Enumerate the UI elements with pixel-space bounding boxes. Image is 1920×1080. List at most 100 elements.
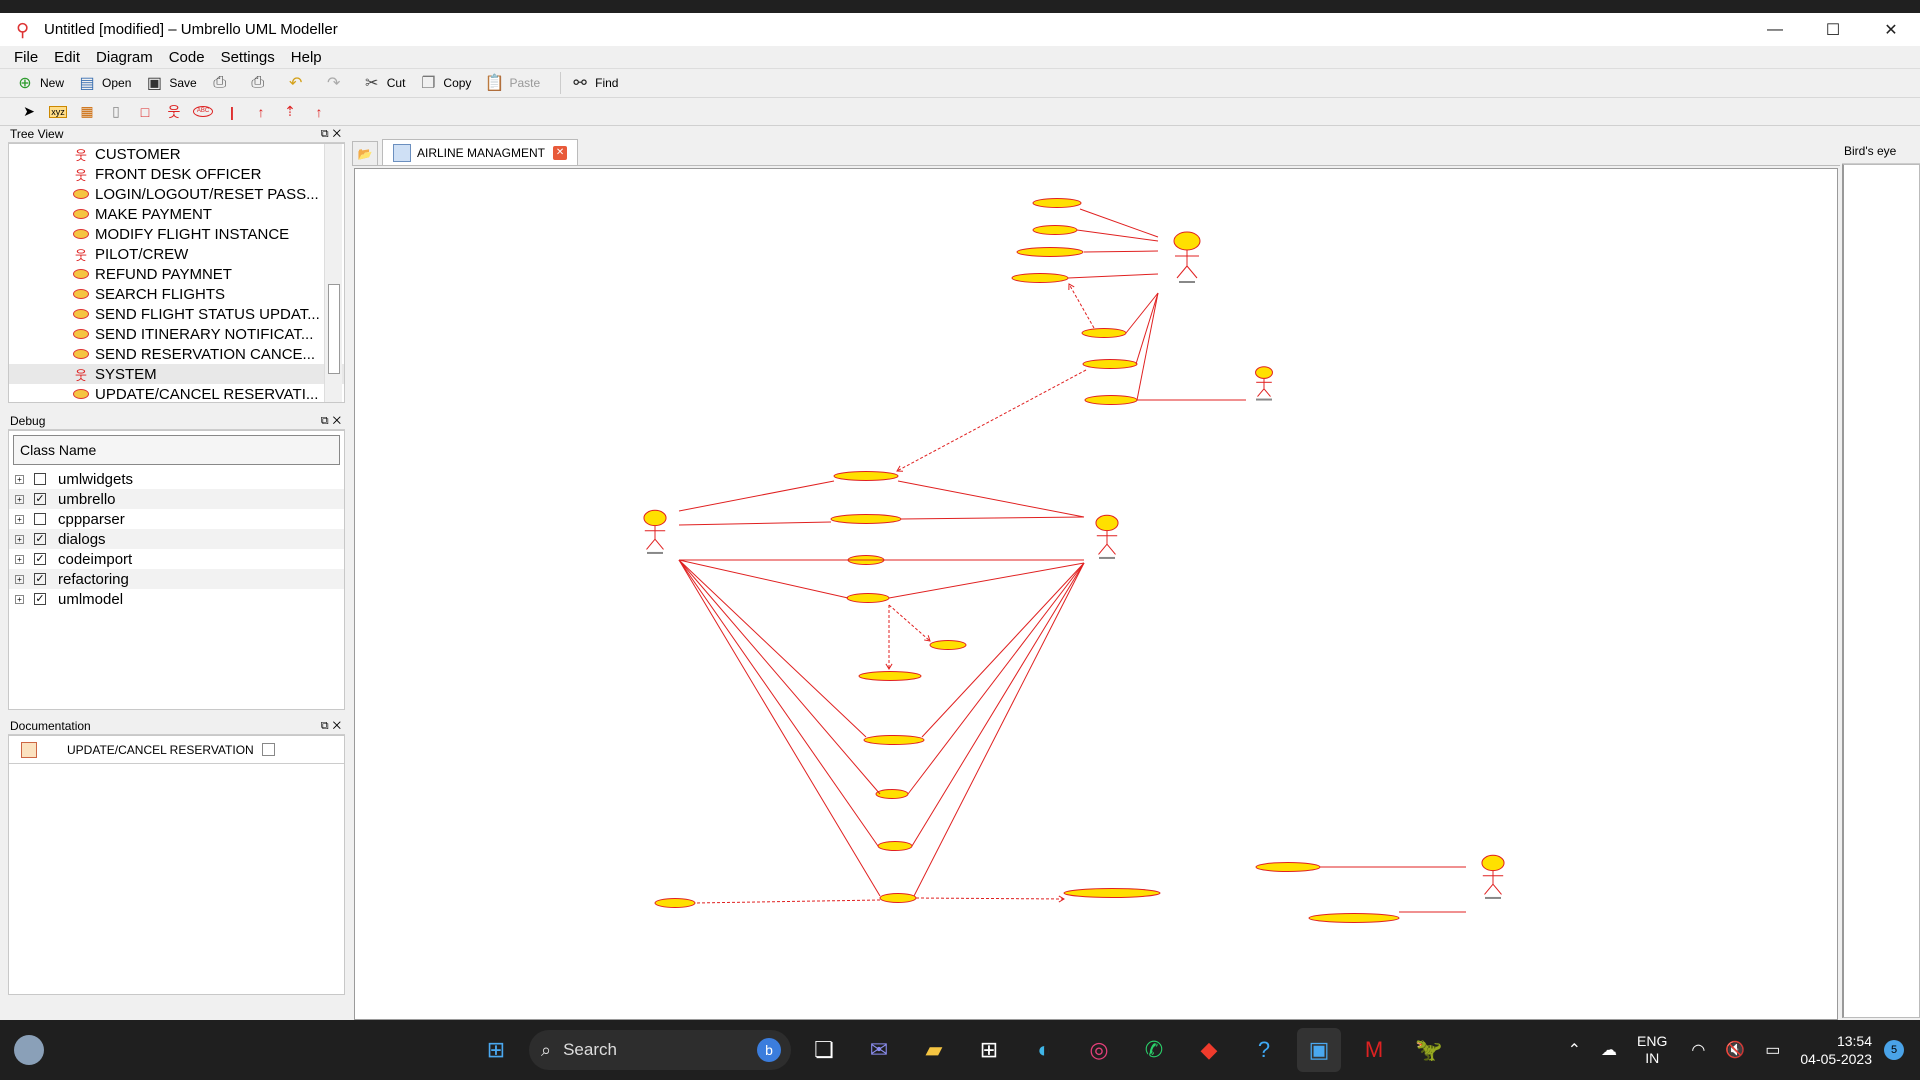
class-checkbox[interactable]: ✓: [34, 573, 46, 585]
tree-item[interactable]: SEND ITINERARY NOTIFICAT...: [9, 324, 344, 344]
menu-diagram[interactable]: Diagram: [96, 49, 153, 66]
whatsapp-button[interactable]: ✆: [1132, 1028, 1176, 1072]
expand-icon[interactable]: +: [15, 474, 24, 484]
select-tool[interactable]: ➤: [16, 100, 42, 124]
use-case[interactable]: [830, 514, 902, 524]
maximize-button[interactable]: ☐: [1804, 13, 1862, 46]
find-button[interactable]: ⚯ Find: [569, 72, 618, 94]
include-tool[interactable]: ↑: [306, 100, 332, 124]
debug-class-row[interactable]: + cppparser: [9, 509, 344, 529]
dependency-line[interactable]: [694, 899, 881, 904]
actor[interactable]: [1173, 231, 1201, 283]
association-line[interactable]: [678, 559, 881, 795]
use-case[interactable]: [654, 898, 696, 908]
association-line[interactable]: [1083, 250, 1159, 253]
association-line[interactable]: [678, 480, 835, 512]
use-case[interactable]: [879, 893, 917, 903]
tree-item[interactable]: SEND RESERVATION CANCE...: [9, 344, 344, 364]
debug-class-row[interactable]: + umlwidgets: [9, 469, 344, 489]
association-line[interactable]: [921, 562, 1085, 738]
expand-icon[interactable]: +: [15, 534, 24, 544]
expand-icon[interactable]: +: [15, 514, 24, 524]
association-line[interactable]: [678, 559, 849, 599]
actor[interactable]: [1095, 514, 1119, 559]
minimize-button[interactable]: —: [1746, 13, 1804, 46]
debug-class-row[interactable]: + ✓ umbrello: [9, 489, 344, 509]
use-case[interactable]: [1016, 247, 1084, 257]
tree-item[interactable]: SEARCH FLIGHTS: [9, 284, 344, 304]
association-line[interactable]: [678, 559, 881, 897]
clock[interactable]: 13:54 04-05-2023: [1800, 1032, 1872, 1068]
scrollbar-thumb[interactable]: [328, 284, 340, 374]
debug-class-row[interactable]: + ✓ dialogs: [9, 529, 344, 549]
dependency-line[interactable]: [888, 604, 931, 642]
debug-class-row[interactable]: + ✓ refactoring: [9, 569, 344, 589]
umbrello-taskbar-button[interactable]: ▣: [1297, 1028, 1341, 1072]
text-tool[interactable]: xyz: [45, 100, 71, 124]
close-tab-icon[interactable]: ✕: [553, 145, 568, 160]
tree-item[interactable]: REFUND PAYMNET: [9, 264, 344, 284]
use-case[interactable]: [877, 841, 913, 851]
store-button[interactable]: ⊞: [967, 1028, 1011, 1072]
use-case[interactable]: [1032, 225, 1078, 235]
tree-item[interactable]: MAKE PAYMENT: [9, 204, 344, 224]
class-checkbox[interactable]: ✓: [34, 493, 46, 505]
teams-chat-button[interactable]: ✉: [857, 1028, 901, 1072]
association-line[interactable]: [1125, 292, 1159, 334]
menu-help[interactable]: Help: [291, 49, 322, 66]
help-button[interactable]: ?: [1242, 1028, 1286, 1072]
note-tool[interactable]: ▯: [103, 100, 129, 124]
tree-item[interactable]: 웃 CUSTOMER: [9, 144, 344, 164]
birds-eye-view[interactable]: [1842, 164, 1920, 1018]
expand-icon[interactable]: +: [15, 574, 24, 584]
expand-icon[interactable]: +: [15, 494, 24, 504]
tree-item[interactable]: LOGIN/LOGOUT/RESET PASS...: [9, 184, 344, 204]
tab-airline-managment[interactable]: AIRLINE MANAGMENT ✕: [382, 139, 579, 165]
tree-item[interactable]: SEND FLIGHT STATUS UPDAT...: [9, 304, 344, 324]
battery-icon[interactable]: ▭: [1765, 1040, 1780, 1060]
save-button[interactable]: ▣ Save: [143, 72, 197, 94]
menu-file[interactable]: File: [14, 49, 38, 66]
expand-icon[interactable]: +: [15, 594, 24, 604]
tree-scrollbar[interactable]: [324, 144, 342, 402]
use-case[interactable]: [1255, 862, 1321, 872]
new-tab-button[interactable]: 📂: [352, 141, 378, 165]
undo-button[interactable]: ↶: [285, 72, 311, 94]
association-line[interactable]: [897, 480, 1085, 518]
association-line[interactable]: [913, 562, 1085, 897]
notification-badge[interactable]: 5: [1884, 1040, 1904, 1060]
association-line[interactable]: [1136, 292, 1159, 401]
task-view-button[interactable]: ❏: [802, 1028, 846, 1072]
association-line[interactable]: [1079, 208, 1159, 238]
association-line[interactable]: [678, 559, 867, 738]
panel-float-close-icons[interactable]: ⧉✕: [321, 415, 345, 428]
association-line[interactable]: [1076, 229, 1159, 242]
cut-button[interactable]: ✂ Cut: [361, 72, 405, 94]
use-case[interactable]: [1011, 273, 1069, 283]
use-case[interactable]: [1063, 888, 1161, 898]
use-case[interactable]: [929, 640, 967, 650]
association-line[interactable]: [888, 562, 1085, 599]
tree-item[interactable]: 웃 SYSTEM: [9, 364, 344, 384]
class-checkbox[interactable]: [34, 473, 46, 485]
use-case[interactable]: [1084, 395, 1138, 405]
close-button[interactable]: ✕: [1862, 13, 1920, 46]
debug-class-row[interactable]: + ✓ codeimport: [9, 549, 344, 569]
tree-item[interactable]: 웃 FRONT DESK OFFICER: [9, 164, 344, 184]
association-line[interactable]: [900, 516, 1085, 520]
class-checkbox[interactable]: ✓: [34, 533, 46, 545]
use-case[interactable]: [846, 593, 890, 603]
chevron-up-icon[interactable]: ⌃: [1568, 1040, 1581, 1060]
mcafee-button[interactable]: M: [1352, 1028, 1396, 1072]
taskbar-search[interactable]: ⌕ Search b: [529, 1030, 791, 1070]
class-name-column-header[interactable]: Class Name: [13, 435, 340, 465]
association-line[interactable]: [1067, 273, 1159, 279]
open-button[interactable]: ▤ Open: [76, 72, 131, 94]
tree-item[interactable]: MODIFY FLIGHT INSTANCE: [9, 224, 344, 244]
actor[interactable]: [1481, 854, 1505, 899]
dependency-tool[interactable]: ⇡: [277, 100, 303, 124]
documentation-checkbox[interactable]: [261, 743, 275, 756]
association-tool[interactable]: |: [219, 100, 245, 124]
copy-button[interactable]: ❐ Copy: [417, 72, 471, 94]
expand-icon[interactable]: +: [15, 554, 24, 564]
